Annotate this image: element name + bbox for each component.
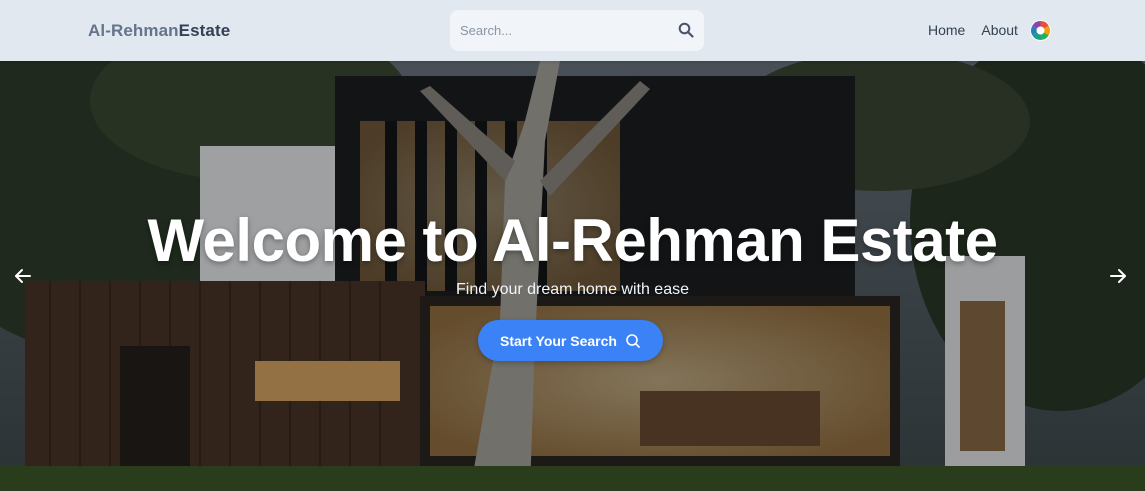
logo-part-2: Estate [178, 21, 231, 40]
start-search-button[interactable]: Start Your Search [478, 320, 663, 361]
nav-about-link[interactable]: About [981, 22, 1018, 38]
start-search-label: Start Your Search [500, 332, 617, 349]
carousel-next-button[interactable] [1101, 259, 1135, 293]
search-form [450, 10, 704, 51]
search-icon[interactable] [678, 22, 694, 38]
hero-title: Welcome to Al-Rehman Estate [147, 207, 998, 274]
hero-subtitle: Find your dream home with ease [456, 281, 689, 298]
navbar: Al-RehmanEstate Home About [0, 0, 1145, 61]
search-input[interactable] [450, 10, 660, 51]
search-icon [626, 333, 640, 348]
logo[interactable]: Al-RehmanEstate [88, 21, 230, 41]
hero-overlay [0, 61, 1145, 491]
arrow-right-icon [1110, 269, 1126, 283]
profile-avatar-icon[interactable] [1030, 20, 1051, 41]
nav-links: Home About [928, 22, 1018, 38]
carousel-prev-button[interactable] [6, 259, 40, 293]
nav-home-link[interactable]: Home [928, 22, 965, 38]
logo-part-1: Al-Rehman [88, 21, 179, 40]
hero-carousel: Welcome to Al-Rehman Estate Find your dr… [0, 61, 1145, 491]
arrow-left-icon [15, 269, 31, 283]
